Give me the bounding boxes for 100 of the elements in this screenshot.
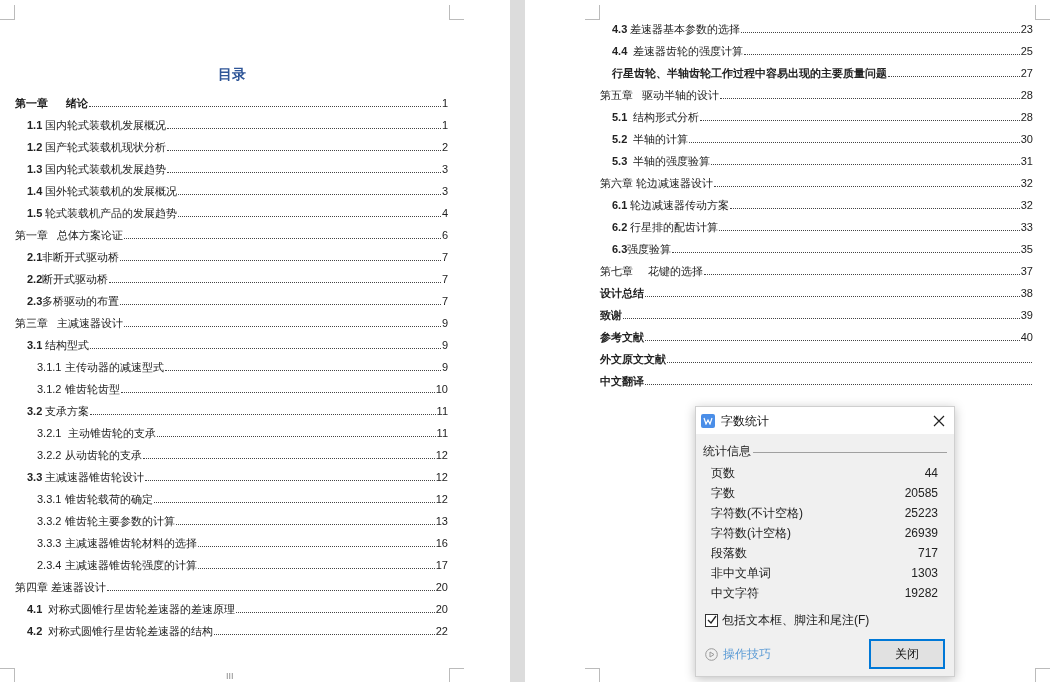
page-number: 7 (441, 294, 448, 308)
toc-entry-title: 3.1 结构型式 (27, 338, 90, 352)
page-number: 4 (441, 206, 448, 220)
page-number: 9 (441, 360, 448, 374)
page-number: 12 (435, 470, 448, 484)
page-number: 16 (435, 536, 448, 550)
stat-value: 20585 (904, 485, 938, 502)
toc-entry-title: 1.1 国内轮式装载机发展概况 (27, 118, 167, 132)
toc-entry-title: 1.2 国产轮式装载机现状分析 (27, 140, 167, 154)
page-number: 12 (435, 448, 448, 462)
page-number: 31 (1020, 154, 1033, 168)
toc-entry-title: 3.3.2 锥齿轮主要参数的计算 (37, 514, 175, 528)
checkbox-label: 包括文本框、脚注和尾注(F) (722, 612, 870, 629)
play-circle-icon (705, 647, 718, 661)
page-number: 2 (441, 140, 448, 154)
page-number: 3 (441, 184, 448, 198)
crop-mark (585, 5, 600, 20)
stat-value: 25223 (904, 505, 938, 522)
page-number: 40 (1020, 330, 1033, 344)
page-number: 30 (1020, 132, 1033, 146)
page-number: 7 (441, 272, 448, 286)
stat-label: 中文字符 (711, 585, 759, 602)
page-number: 7 (441, 250, 448, 264)
toc-entry-title: 1.3 国内轮式装载机发展趋势 (27, 162, 167, 176)
page-number: 28 (1020, 110, 1033, 124)
page-number: 1 (441, 118, 448, 132)
page-number: 20 (435, 602, 448, 616)
page-number: 11 (436, 404, 448, 418)
page-number: 9 (441, 338, 448, 352)
toc-entry-title: 3.2.2 从动齿轮的支承 (37, 448, 142, 462)
crop-mark (0, 668, 15, 682)
toc-entry-title: 3.2.1 主动锥齿轮的支承 (37, 426, 156, 440)
page-number: 23 (1020, 22, 1033, 36)
page-number: 6 (441, 228, 448, 242)
page-number: 37 (1020, 264, 1033, 278)
toc-entry-title: 3.1.2 锥齿轮齿型 (37, 382, 120, 396)
toc-entry-title: 3.1.1 主传动器的减速型式 (37, 360, 164, 374)
toc-entry-title: 致谢 (600, 308, 622, 322)
toc-entry-title: 2.3多桥驱动的布置 (27, 294, 120, 308)
stat-value: 1303 (911, 565, 938, 582)
page-footer-number: III (226, 670, 234, 682)
page-number: 35 (1020, 242, 1033, 256)
stat-label: 页数 (711, 465, 735, 482)
toc-entry-title: 4.1 对称式圆锥行星齿轮差速器的差速原理 (27, 602, 236, 616)
toc-entry-title: 3.3.3 主减速器锥齿轮材料的选择 (37, 536, 197, 550)
toc-entry-title: 行星齿轮、半轴齿轮工作过程中容易出现的主要质量问题 (612, 66, 887, 80)
toc-entry-title: 第四章 差速器设计 (15, 580, 107, 594)
stat-label: 字数 (711, 485, 735, 502)
crop-mark (1035, 5, 1050, 20)
checkbox[interactable] (705, 613, 718, 627)
page-number: 25 (1020, 44, 1033, 58)
page-number: 32 (1020, 198, 1033, 212)
page-number: 22 (435, 624, 448, 638)
page-number: 32 (1020, 176, 1033, 190)
crop-mark (1035, 668, 1050, 682)
toc-entry-title: 6.1 轮边减速器传动方案 (612, 198, 730, 212)
toc-entry-title: 2.3.4 主减速器锥齿轮强度的计算 (37, 558, 197, 572)
page-number: 17 (435, 558, 448, 572)
toc-entry-title: 中文翻译 (600, 374, 644, 388)
toc-entry-title: 第一章 绪论 (15, 96, 89, 110)
page-number: 12 (435, 492, 448, 506)
toc-heading: 目录 (216, 65, 247, 84)
toc-entry-title: 外文原文文献 (600, 352, 666, 366)
page-number: 27 (1020, 66, 1033, 80)
toc-entry-title: 4.4 差速器齿轮的强度计算 (612, 44, 744, 58)
toc-entry-title: 6.2 行星排的配齿计算 (612, 220, 719, 234)
toc-entry-title: 第一章 总体方案论证 (15, 228, 124, 242)
crop-mark (449, 5, 464, 20)
toc-entry-title: 2.2断开式驱动桥 (27, 272, 109, 286)
toc-entry-title: 参考文献 (600, 330, 644, 344)
toc-entry-title: 1.4 国外轮式装载机的发展概况 (27, 184, 178, 198)
toc-entry-title: 6.3强度验算 (612, 242, 672, 256)
page-number: 10 (435, 382, 448, 396)
toc-entry-title: 4.2 对称式圆锥行星齿轮差速器的结构 (27, 624, 214, 638)
toc-entry-title: 5.1 结构形式分析 (612, 110, 700, 124)
toc-entry-title: 第六章 轮边减速器设计 (600, 176, 714, 190)
toc-entry-title: 设计总结 (600, 286, 644, 300)
close-dialog-button[interactable]: 关闭 (869, 639, 945, 669)
stat-label: 段落数 (711, 545, 747, 562)
stat-label: 字符数(不计空格) (711, 505, 803, 522)
toc-entry-title: 1.5 轮式装载机产品的发展趋势 (27, 206, 178, 220)
stat-label: 字符数(计空格) (711, 525, 791, 542)
page-number: 3 (441, 162, 448, 176)
toc-entry-title: 3.3.1 锥齿轮载荷的确定 (37, 492, 153, 506)
page-number: 33 (1020, 220, 1033, 234)
toc-entry-title: 5.3 半轴的强度验算 (612, 154, 711, 168)
stat-value: 26939 (904, 525, 938, 542)
toc-entry-title: 4.3 差速器基本参数的选择 (612, 22, 741, 36)
toc-entry-title: 3.3 主减速器锥齿轮设计 (27, 470, 145, 484)
crop-mark (449, 668, 464, 682)
crop-mark (585, 668, 600, 682)
toc-entry-title: 第三章 主减速器设计 (15, 316, 124, 330)
toc-entry-title: 2.1非断开式驱动桥 (27, 250, 120, 264)
stat-label: 非中文单词 (711, 565, 771, 582)
stat-value: 19282 (904, 585, 938, 602)
page-number: 11 (436, 426, 448, 440)
toc-entry-title: 5.2 半轴的计算 (612, 132, 689, 146)
stat-value: 44 (924, 465, 938, 482)
dialog-title: 字数统计 (721, 412, 770, 430)
page-number: 28 (1020, 88, 1033, 102)
